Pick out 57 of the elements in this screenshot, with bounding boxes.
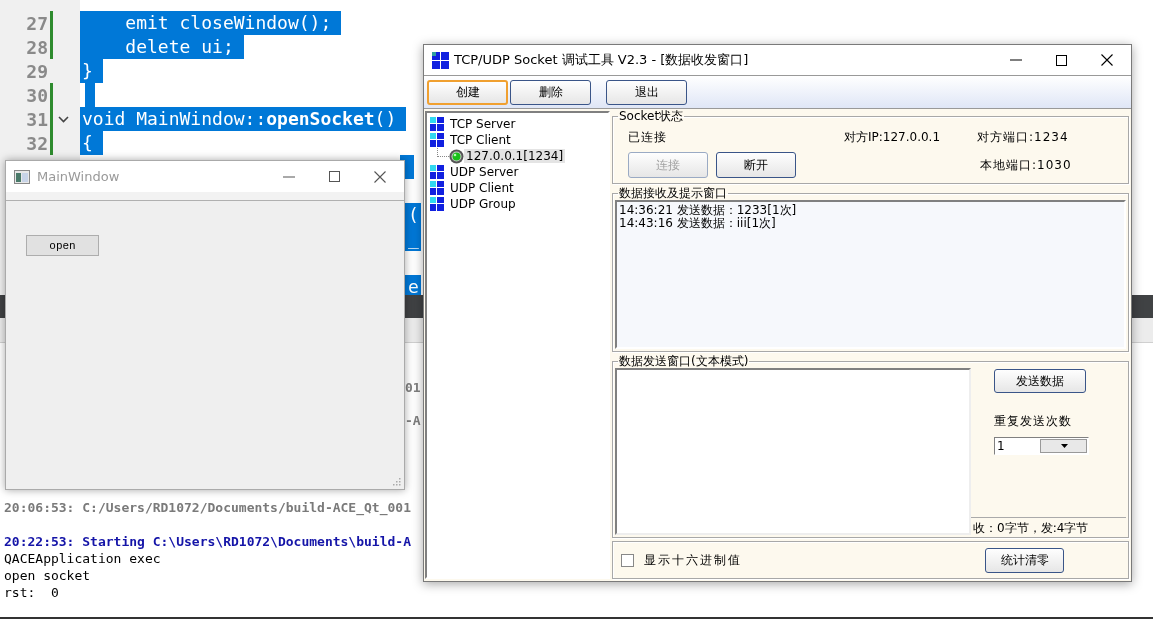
group-label: 数据发送窗口(文本模式): [618, 355, 750, 368]
tree-item[interactable]: TCP Client: [448, 133, 513, 147]
console-line: QACEApplication exec: [4, 550, 161, 567]
repeat-count-label: 重复发送次数: [994, 413, 1073, 430]
grid-icon: [430, 133, 444, 147]
log-line: 14:36:21 发送数据：1233[1次]: [619, 204, 797, 217]
line-number: 31: [25, 108, 48, 130]
maximize-icon[interactable]: [329, 171, 340, 182]
console-text: 01: [405, 379, 421, 396]
group-label: 数据接收及提示窗口: [618, 187, 728, 200]
close-icon[interactable]: [374, 170, 386, 183]
line-number: 27: [25, 12, 48, 34]
console-line: 20:06:53: C:/Users/RD1072/Documents/build-ACE_Qt_001: [4, 499, 411, 516]
caret-icon[interactable]: [1061, 444, 1068, 448]
line-number: 32: [25, 132, 48, 154]
reset-stats-button[interactable]: 统计清零: [985, 547, 1064, 573]
resize-grip-icon[interactable]: [392, 477, 401, 486]
peer-port-label: 对方端口:1234: [977, 128, 1070, 146]
console-text: -A: [405, 412, 421, 429]
app-icon: [14, 169, 30, 184]
connection-status: 已连接: [628, 128, 668, 146]
toolbar-button[interactable]: 删除: [510, 79, 591, 105]
checkbox-label[interactable]: 显示十六进制值: [644, 551, 742, 569]
console-line: rst: 0: [4, 584, 59, 601]
tree-item[interactable]: UDP Group: [448, 197, 518, 211]
console-line: 20:22:53: Starting C:\Users\RD1072\Documents\build-A: [4, 533, 411, 550]
tree-item[interactable]: UDP Server: [448, 165, 521, 179]
byte-counter: 收：0字节，发:4字节: [971, 517, 1126, 535]
grid-icon: [430, 165, 444, 179]
app-icon: [432, 51, 449, 69]
disconnect-button[interactable]: 断开: [716, 152, 796, 178]
console-line: open socket: [4, 567, 91, 584]
status-light-icon: [449, 148, 464, 164]
window-title: MainWindow: [37, 169, 121, 184]
toolbar-button[interactable]: 创建: [427, 79, 508, 105]
send-button[interactable]: 发送数据: [994, 369, 1086, 393]
tree-item[interactable]: TCP Server: [448, 117, 518, 131]
line-number: 30: [25, 84, 48, 106]
grid-icon: [430, 181, 444, 195]
tree-item[interactable]: 127.0.0.1[1234]: [464, 149, 566, 163]
window-title: TCP/UDP Socket 调试工具 V2.3 - [数据收发窗口]: [454, 51, 750, 69]
peer-ip-label: 对方IP:127.0.0.1: [844, 128, 942, 146]
repeat-count-dropdown[interactable]: 1: [994, 437, 1089, 455]
log-line: 14:43:16 发送数据：iii[1次]: [619, 217, 776, 230]
chevron-icon[interactable]: [58, 116, 69, 123]
line-number: 29: [25, 60, 48, 82]
group-label: Socket状态: [618, 110, 685, 123]
tree-item[interactable]: UDP Client: [448, 181, 516, 195]
hex-checkbox[interactable]: [621, 553, 634, 567]
grid-icon: [430, 117, 444, 131]
grid-icon: [430, 197, 444, 211]
maximize-icon[interactable]: [1056, 54, 1067, 66]
close-icon[interactable]: [1101, 54, 1113, 66]
local-port-label: 本地端口:1030: [980, 156, 1073, 174]
toolbar-button[interactable]: 退出: [606, 79, 687, 105]
open-button[interactable]: open: [26, 235, 99, 256]
line-number: 28: [25, 36, 48, 58]
